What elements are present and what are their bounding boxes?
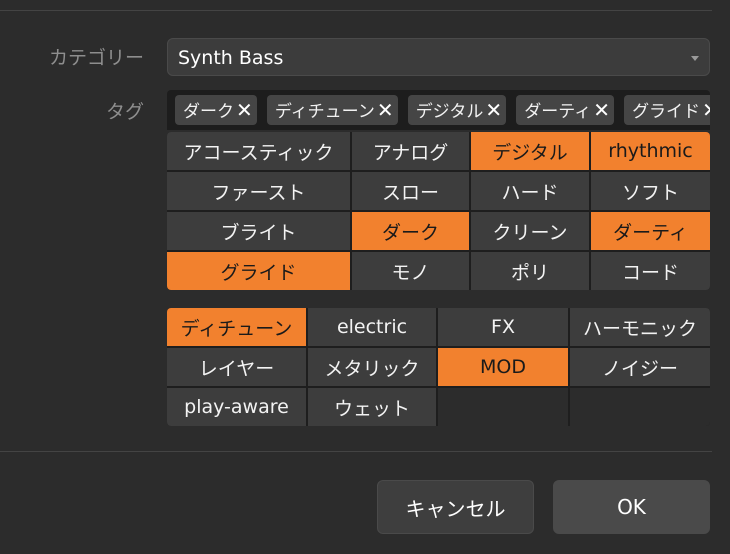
tag-option-button[interactable]: ディチューン [167,308,306,346]
remove-tag-icon[interactable]: ✕ [377,95,394,125]
tag-option-button[interactable]: FX [438,308,568,346]
tag-option-button[interactable]: ハーモニック [570,308,710,346]
tag-option-button[interactable]: rhythmic [591,132,710,170]
empty-cell [438,388,568,426]
tag-options-grid-secondary: ディチューン electric FX ハーモニックレイヤー メタリック MOD ノイジー pl… [167,308,710,426]
top-divider [0,10,712,11]
tag-options-grid-primary: アコースティック アナログ デジタル rhythmic ファースト スロー ハード ソフトブラ… [167,132,710,290]
tag-option-button[interactable]: モノ [352,252,469,290]
selected-tags-bar[interactable]: ダーク✕ ディチューン✕ デジタル✕ ダーティ✕ グライド✕ [167,90,710,130]
tag-option-button[interactable]: ブライト [167,212,350,250]
tag-option-button[interactable]: electric [308,308,436,346]
tag-option-button[interactable]: アコースティック [167,132,350,170]
remove-tag-icon[interactable]: ✕ [593,95,610,125]
category-select[interactable]: Synth Bass [167,38,710,76]
remove-tag-icon[interactable]: ✕ [702,95,710,125]
tag-chip[interactable]: ディチューン ✕ [266,95,398,125]
remove-tag-icon[interactable]: ✕ [485,95,502,125]
tag-option-button[interactable]: MOD [438,348,568,386]
tag-option-button[interactable]: play-aware [167,388,306,426]
cancel-button[interactable]: キャンセル [377,480,534,534]
tag-chip-label: デジタル [415,102,484,122]
tag-option-button[interactable]: コード [591,252,710,290]
tag-chip[interactable]: ダーク ✕ [175,95,257,125]
tag-option-button[interactable]: ダーティ [591,212,710,250]
tag-option-button[interactable]: ノイジー [570,348,710,386]
tag-option-button[interactable]: デジタル [471,132,589,170]
tag-chip[interactable]: デジタル ✕ [407,95,507,125]
remove-tag-icon[interactable]: ✕ [236,95,253,125]
tags-label: タグ [105,101,144,123]
bottom-divider [0,451,712,452]
tag-option-button[interactable]: クリーン [471,212,589,250]
tag-option-button[interactable]: ダーク [352,212,469,250]
tag-chip[interactable]: ダーティ ✕ [516,95,614,125]
tag-chip-label: ダーティ [524,102,592,122]
chevron-down-icon [691,56,699,61]
tag-option-button[interactable]: ウェット [308,388,436,426]
tag-option-button[interactable]: アナログ [352,132,469,170]
tag-editor-dialog: カテゴリー Synth Bass タグ ダーク ✕ ディチューン ✕ デジタル ✕ ダ… [0,0,730,554]
tag-chip-label: グライド [632,102,701,122]
ok-button[interactable]: OK [553,480,710,534]
category-label: カテゴリー [48,47,144,69]
tag-chip-label: ディチューン [274,102,375,122]
tag-option-button[interactable]: スロー [352,172,469,210]
tag-option-button[interactable]: ハード [471,172,589,210]
tag-option-button[interactable]: ソフト [591,172,710,210]
tag-chip[interactable]: グライド✕ [624,95,710,125]
tag-option-button[interactable]: ポリ [471,252,589,290]
tag-option-button[interactable]: グライド [167,252,350,290]
empty-cell [570,388,710,426]
tag-option-button[interactable]: メタリック [308,348,436,386]
category-value: Synth Bass [178,47,284,69]
tag-option-button[interactable]: ファースト [167,172,350,210]
tag-chip-label: ダーク [183,102,234,122]
tag-option-button[interactable]: レイヤー [167,348,306,386]
